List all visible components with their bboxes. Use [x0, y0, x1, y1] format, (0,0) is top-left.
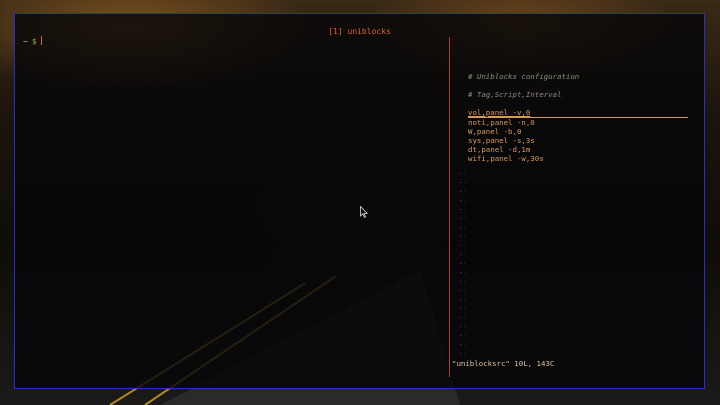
- editor-pane[interactable]: # Uniblocks configuration # Tag,Script,I…: [468, 72, 698, 163]
- text-cursor: [40, 36, 42, 45]
- comment-columns: # Tag,Script,Interval: [468, 90, 562, 99]
- editor-line[interactable]: noti,panel -n,0: [468, 118, 698, 127]
- editor-line[interactable]: W,panel -b,0: [468, 127, 698, 136]
- shell-pane[interactable]: ~ $: [23, 36, 42, 46]
- editor-line[interactable]: dt,panel -d,1m: [468, 145, 698, 154]
- terminal-window[interactable]: [1] uniblocks ~ $ # Uniblocks configurati…: [14, 13, 705, 389]
- editor-line[interactable]: vol,panel -v,0: [468, 108, 688, 118]
- mouse-pointer-icon: [360, 203, 369, 222]
- comment-header: # Uniblocks configuration: [468, 72, 580, 81]
- prompt-dollar: $: [31, 37, 37, 46]
- editor-line[interactable]: wifi,panel -w,30s: [468, 154, 698, 163]
- empty-line-markers: [459, 169, 465, 369]
- editor-line[interactable]: sys,panel -s,3s: [468, 136, 698, 145]
- pane-divider[interactable]: [449, 37, 450, 377]
- editor-status-line: "uniblocksrc" 10L, 143C: [452, 359, 555, 368]
- prompt-tilde: ~: [23, 37, 28, 46]
- window-title: [1] uniblocks: [328, 27, 391, 36]
